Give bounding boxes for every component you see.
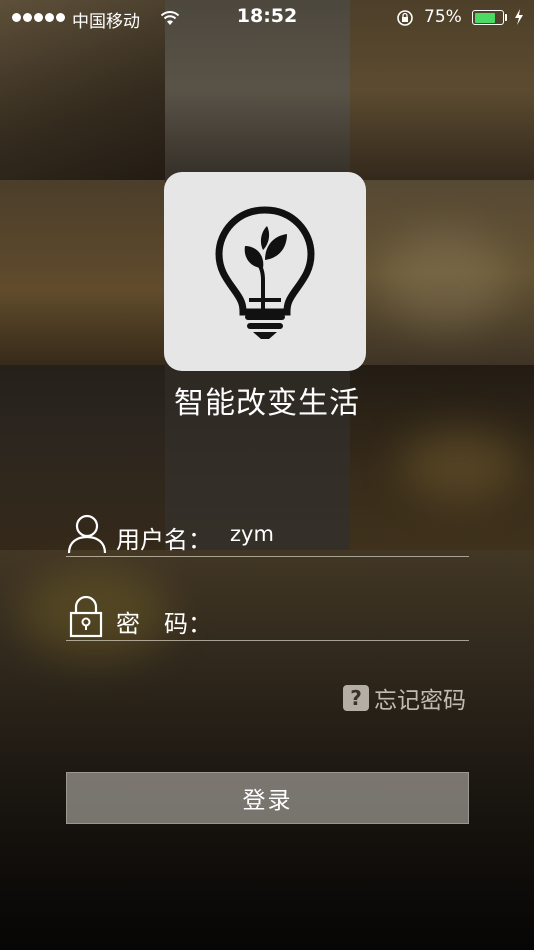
password-field[interactable]: 密 码： [66,596,469,641]
app-logo [164,172,366,371]
battery-tip [505,14,507,21]
username-field[interactable]: 用户名： zym [66,512,469,557]
lightbulb-sprout-icon [215,205,315,339]
login-button[interactable]: 登录 [66,772,469,824]
forgot-password-link[interactable]: ? 忘记密码 [343,681,466,715]
username-input[interactable]: zym [230,522,274,546]
app-title: 智能改变生活 [174,386,360,421]
status-bar: 中国移动 18:52 75% [0,0,534,38]
charging-bolt-icon [515,9,523,25]
lock-icon [69,596,103,638]
rotation-lock-icon [397,10,413,26]
battery-level-fill [474,12,495,23]
user-icon [67,514,107,554]
forgot-password-label: 忘记密码 [374,688,466,714]
battery-percent: 75% [424,7,462,27]
battery-icon [472,10,504,25]
username-label: 用户名： [116,526,212,554]
password-label: 密 码： [116,610,212,638]
question-icon: ? [343,685,369,711]
